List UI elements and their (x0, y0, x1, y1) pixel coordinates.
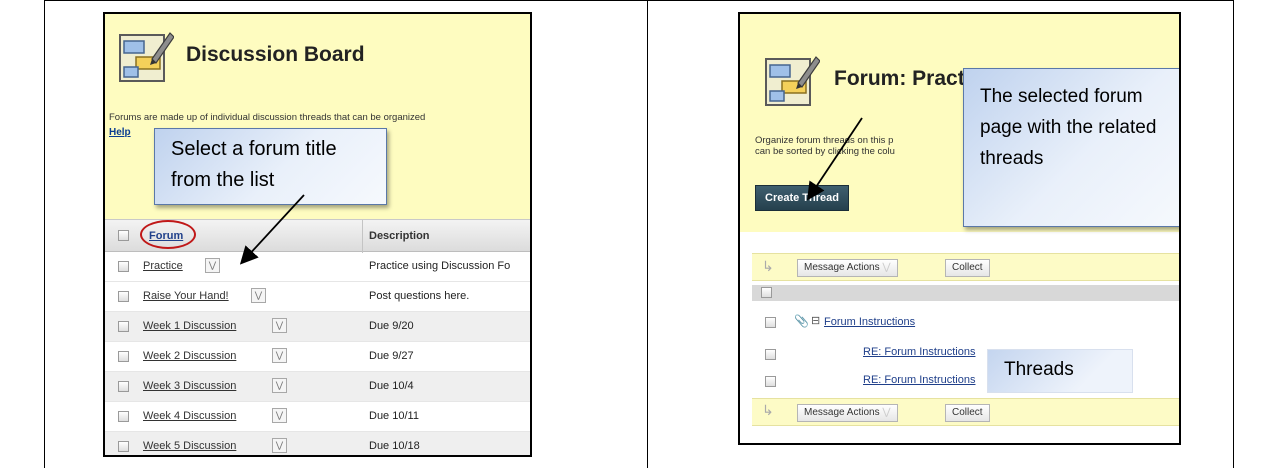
corner-arrow-icon: ↳ (762, 402, 774, 418)
thread-checkbox[interactable] (765, 376, 776, 387)
forum-row-week-5[interactable]: Week 5 Discussion ⋁ Due 10/18 (105, 432, 530, 455)
forum-description: Due 9/20 (369, 320, 414, 332)
chevron-down-icon[interactable]: ⋁ (251, 288, 266, 303)
page-title: Discussion Board (186, 43, 365, 66)
discussion-board-icon (119, 32, 174, 82)
chevron-down-icon: ⋁ (882, 407, 891, 418)
forum-link-week-5[interactable]: Week 5 Discussion (143, 440, 236, 452)
collect-button[interactable]: Collect (945, 259, 990, 277)
create-thread-button[interactable]: Create Thread (755, 185, 849, 211)
forum-description: Post questions here. (369, 290, 470, 302)
chevron-down-icon[interactable]: ⋁ (272, 318, 287, 333)
forum-link-practice[interactable]: Practice (143, 260, 183, 272)
attachment-icon: 📎 (794, 314, 809, 328)
row-checkbox[interactable] (118, 441, 129, 452)
forum-description: Due 9/27 (369, 350, 414, 362)
row-checkbox[interactable] (118, 261, 129, 272)
forum-description: Due 10/4 (369, 380, 414, 392)
forum-row-week-1[interactable]: Week 1 Discussion ⋁ Due 9/20 (105, 312, 530, 342)
thread-checkbox[interactable] (765, 317, 776, 328)
table-border-top (44, 0, 1234, 1)
intro-text-line-2: can be sorted by clicking the colu (755, 146, 895, 157)
forum-link-week-2[interactable]: Week 2 Discussion (143, 350, 236, 362)
chevron-down-icon[interactable]: ⋁ (205, 258, 220, 273)
thread-link-reply-1[interactable]: RE: Forum Instructions (863, 346, 975, 358)
forum-description: Due 10/18 (369, 440, 420, 452)
help-link[interactable]: Help (109, 127, 131, 138)
intro-text: Forums are made up of individual discuss… (109, 112, 426, 123)
row-checkbox[interactable] (118, 351, 129, 362)
forum-practice-screenshot: Forum: Practice Organize forum threads o… (738, 12, 1181, 445)
row-checkbox[interactable] (118, 411, 129, 422)
chevron-down-icon[interactable]: ⋁ (272, 408, 287, 423)
table-border-left (44, 0, 45, 468)
forum-header-highlight (140, 220, 196, 249)
forum-row-practice[interactable]: Practice ⋁ Practice using Discussion Fo (105, 252, 530, 282)
chevron-down-icon: ⋁ (882, 262, 891, 273)
chevron-down-icon[interactable]: ⋁ (272, 348, 287, 363)
message-actions-button[interactable]: Message Actions ⋁ (797, 404, 898, 422)
forum-row-week-2[interactable]: Week 2 Discussion ⋁ Due 9/27 (105, 342, 530, 372)
table-border-right (1233, 0, 1234, 468)
chevron-down-icon[interactable]: ⋁ (272, 378, 287, 393)
select-all-checkbox[interactable] (118, 230, 129, 241)
select-forum-callout: Select a forum title from the list (154, 128, 387, 205)
description-column-header[interactable]: Description (369, 230, 430, 242)
selected-forum-callout: The selected forum page with the related… (963, 68, 1179, 227)
forum-row-week-4[interactable]: Week 4 Discussion ⋁ Due 10/11 (105, 402, 530, 432)
forum-link-week-4[interactable]: Week 4 Discussion (143, 410, 236, 422)
threads-label-box: Threads (987, 349, 1133, 393)
forum-link-raise-your-hand[interactable]: Raise Your Hand! (143, 290, 229, 302)
collapse-icon[interactable]: ⊟ (811, 314, 820, 327)
message-actions-label: Message Actions (804, 262, 880, 273)
thread-checkbox[interactable] (765, 349, 776, 360)
collect-button[interactable]: Collect (945, 404, 990, 422)
forum-icon (765, 56, 820, 106)
bottom-action-bar: ↳ Message Actions ⋁ Collect (752, 398, 1179, 426)
select-all-checkbox[interactable] (761, 287, 772, 298)
top-action-bar: ↳ Message Actions ⋁ Collect (752, 253, 1179, 281)
forum-row-week-3[interactable]: Week 3 Discussion ⋁ Due 10/4 (105, 372, 530, 402)
forum-description: Practice using Discussion Fo (369, 260, 511, 272)
row-checkbox[interactable] (118, 381, 129, 392)
forum-link-week-1[interactable]: Week 1 Discussion (143, 320, 236, 332)
message-actions-button[interactable]: Message Actions ⋁ (797, 259, 898, 277)
row-checkbox[interactable] (118, 291, 129, 302)
thread-table-header (752, 285, 1179, 301)
chevron-down-icon[interactable]: ⋁ (272, 438, 287, 453)
column-divider (362, 220, 363, 253)
thread-link-forum-instructions[interactable]: Forum Instructions (824, 316, 915, 328)
forum-link-week-3[interactable]: Week 3 Discussion (143, 380, 236, 392)
thread-link-reply-2[interactable]: RE: Forum Instructions (863, 374, 975, 386)
forum-row-raise-your-hand[interactable]: Raise Your Hand! ⋁ Post questions here. (105, 282, 530, 312)
message-actions-label: Message Actions (804, 407, 880, 418)
row-checkbox[interactable] (118, 321, 129, 332)
discussion-board-screenshot: Discussion Board Forums are made up of i… (103, 12, 532, 457)
forum-description: Due 10/11 (369, 410, 419, 422)
corner-arrow-icon: ↳ (762, 258, 774, 274)
table-border-middle (647, 0, 648, 468)
